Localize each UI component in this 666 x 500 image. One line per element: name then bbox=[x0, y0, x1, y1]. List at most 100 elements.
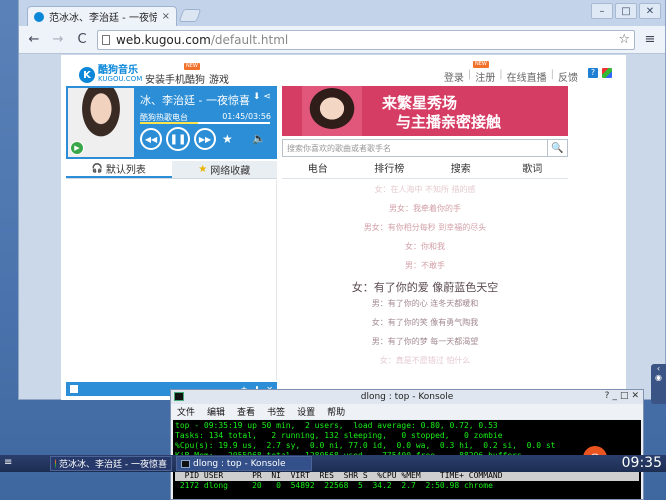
konsole-close-button[interactable]: ✕ bbox=[631, 391, 639, 401]
feedback-link[interactable]: 反馈 bbox=[558, 69, 578, 84]
banner-portrait bbox=[302, 86, 362, 136]
terminal-line: Tasks: 134 total, 2 running, 132 sleepin… bbox=[175, 431, 503, 440]
reload-button[interactable]: C bbox=[73, 31, 91, 49]
kugou-nav: 安装手机酷狗 游戏 bbox=[145, 71, 229, 86]
lyric-line: 女：有了你的笑 像有勇气陶我 bbox=[371, 318, 479, 327]
live-new-badge: NEW bbox=[473, 61, 489, 68]
minimize-button[interactable]: – bbox=[591, 3, 613, 19]
prev-button[interactable]: ◀◀ bbox=[140, 128, 162, 150]
search-input[interactable]: 搜索你喜欢的歌曲或者歌手名 bbox=[282, 139, 548, 157]
headphones-icon: 🎧 bbox=[91, 163, 103, 174]
lyric-line: 女：你和我 bbox=[405, 242, 445, 251]
window-controls: – □ ✕ bbox=[591, 3, 661, 19]
select-all-checkbox[interactable] bbox=[70, 385, 78, 393]
lyric-line: 男：有了你的梦 每一天都渴望 bbox=[371, 337, 479, 346]
lyric-line: 女：有了你的爱 像蔚蓝色天空 bbox=[351, 281, 499, 294]
konsole-menu-item[interactable]: 帮助 bbox=[327, 405, 345, 418]
logo-en-text: KUGOU.COM bbox=[98, 75, 143, 83]
konsole-menu-item[interactable]: 查看 bbox=[237, 405, 255, 418]
terminal-line: %Cpu(s): 19.9 us, 2.7 sy, 0.0 ni, 77.0 i… bbox=[175, 441, 556, 450]
skin-icon[interactable] bbox=[602, 68, 612, 78]
login-link[interactable]: 登录 bbox=[444, 69, 464, 84]
terminal-icon bbox=[181, 459, 190, 468]
konsole-menubar: 文件 编辑 查看 书签 设置 帮助 bbox=[171, 404, 643, 419]
terminal-icon bbox=[174, 392, 184, 401]
share-icon[interactable]: ⋖ bbox=[263, 92, 271, 102]
konsole-help-button[interactable]: ? bbox=[605, 391, 610, 401]
konsole-menu-item[interactable]: 设置 bbox=[297, 405, 315, 418]
search-icon[interactable]: 🔍 bbox=[548, 139, 568, 157]
tab-radio[interactable]: 电台 bbox=[282, 161, 354, 178]
lyric-line: 男女：我牵着你的手 bbox=[389, 204, 461, 213]
tab-default-list[interactable]: 🎧 默认列表 bbox=[66, 161, 172, 178]
tab-strip: 范冰冰、李治廷 - 一夜惊喜 × – □ ✕ bbox=[19, 0, 665, 26]
promo-banner[interactable]: 来繁星秀场 与主播亲密接触 bbox=[282, 86, 568, 136]
chrome-icon bbox=[55, 459, 57, 468]
lyric-line: 男：不敢手 bbox=[405, 261, 445, 270]
kugou-logo-icon: K bbox=[79, 67, 95, 83]
kugou-logo[interactable]: K 酷狗音乐 KUGOU.COM bbox=[79, 66, 142, 84]
lyric-line: 男：有了你的心 连冬天都暖和 bbox=[371, 299, 479, 308]
register-link[interactable]: 注册 bbox=[475, 69, 495, 84]
kugou-favicon-icon bbox=[34, 11, 44, 22]
konsole-titlebar: dlong : top - Konsole ? _ □ ✕ bbox=[171, 390, 643, 404]
menu-icon[interactable]: ≡ bbox=[641, 31, 659, 49]
tab-close-icon[interactable]: × bbox=[162, 11, 170, 22]
page-icon bbox=[102, 34, 110, 45]
konsole-minimize-button[interactable]: _ bbox=[612, 391, 617, 401]
tab-lyrics[interactable]: 歌词 bbox=[497, 161, 569, 178]
tab-net-favorites[interactable]: ★ 网络收藏 bbox=[172, 161, 278, 178]
playlist-area bbox=[66, 180, 277, 380]
header-icons: ? bbox=[588, 68, 612, 78]
banner-line-1: 来繁星秀场 bbox=[382, 94, 458, 112]
konsole-menu-item[interactable]: 书签 bbox=[267, 405, 285, 418]
konsole-menu-item[interactable]: 文件 bbox=[177, 405, 195, 418]
browser-window: 范冰冰、李治廷 - 一夜惊喜 × – □ ✕ ← → C web.kugou.c… bbox=[18, 0, 666, 400]
konsole-menu-item[interactable]: 编辑 bbox=[207, 405, 225, 418]
close-button[interactable]: ✕ bbox=[639, 3, 661, 19]
browser-tab[interactable]: 范冰冰、李治廷 - 一夜惊喜 × bbox=[27, 6, 177, 26]
lyric-line: 女：在人海中 不知所 措的感 bbox=[374, 185, 476, 194]
download-icon[interactable]: ⬇ bbox=[253, 92, 261, 102]
banner-line-2: 与主播亲密接触 bbox=[396, 113, 502, 131]
terminal-line: top - 09:35:19 up 50 min, 2 users, load … bbox=[175, 421, 498, 430]
taskbar-browser[interactable]: 范冰冰、李治廷 - 一夜惊喜 bbox=[50, 456, 172, 471]
new-tab-button[interactable] bbox=[178, 9, 202, 22]
page-viewport: K 酷狗音乐 KUGOU.COM 安装手机酷狗 游戏 NEW 登录 | 注册 |… bbox=[61, 55, 626, 400]
progress-bar[interactable] bbox=[140, 122, 270, 124]
live-link[interactable]: 在线直播 bbox=[507, 69, 547, 84]
next-button[interactable]: ▶▶ bbox=[194, 128, 216, 150]
url-host: web.kugou.com bbox=[116, 32, 211, 47]
browser-toolbar: ← → C web.kugou.com/default.html ☆ ≡ bbox=[19, 26, 665, 54]
playlist-tabs: 🎧 默认列表 ★ 网络收藏 bbox=[66, 161, 277, 179]
bookmark-star-icon[interactable]: ☆ bbox=[618, 32, 630, 47]
side-panel-handle[interactable]: ‹ ◉ bbox=[651, 364, 666, 404]
progress-fill bbox=[140, 122, 198, 124]
logo-cn-text: 酷狗音乐 bbox=[98, 65, 138, 76]
lyric-line: 男女：有你相分每秒 到幸福的尽头 bbox=[363, 223, 487, 232]
favorite-icon[interactable]: ★ bbox=[222, 132, 233, 146]
nav-mobile-link[interactable]: 安装手机酷狗 bbox=[145, 71, 205, 86]
volume-icon[interactable]: 🔈 bbox=[252, 132, 266, 145]
start-menu-icon[interactable]: ≡ bbox=[4, 457, 12, 468]
music-player: ▶ 冰、李治廷 - 一夜惊喜 ⬇ ⋖ 酷狗热歌电台 01:45/03:56 ◀◀… bbox=[66, 86, 277, 159]
forward-button[interactable]: → bbox=[49, 31, 67, 49]
lyrics-panel: 女：在人海中 不知所 措的感 男女：我牵着你的手 男女：有你相分每秒 到幸福的尽头女… bbox=[282, 180, 568, 400]
url-path: /default.html bbox=[210, 32, 289, 47]
konsole-maximize-button[interactable]: □ bbox=[620, 391, 629, 401]
cover-play-icon[interactable]: ▶ bbox=[70, 141, 84, 155]
nav-games-link[interactable]: 游戏 bbox=[209, 71, 229, 86]
clock: 09:35 bbox=[621, 455, 662, 471]
tab-search[interactable]: 搜索 bbox=[425, 161, 497, 178]
tab-charts[interactable]: 排行榜 bbox=[354, 161, 426, 178]
content-tabs: 电台 排行榜 搜索 歌词 bbox=[282, 161, 568, 179]
lyric-line: 女：真是不愿错过 怕什么 bbox=[379, 356, 471, 365]
new-badge: NEW bbox=[184, 63, 200, 70]
taskbar-konsole[interactable]: dlong : top - Konsole bbox=[176, 456, 312, 471]
back-button[interactable]: ← bbox=[25, 31, 43, 49]
pause-button[interactable]: ❚❚ bbox=[166, 127, 190, 151]
progress-time: 01:45/03:56 bbox=[222, 112, 271, 121]
maximize-button[interactable]: □ bbox=[615, 3, 637, 19]
help-icon[interactable]: ? bbox=[588, 68, 598, 78]
address-bar[interactable]: web.kugou.com/default.html ☆ bbox=[97, 29, 635, 50]
